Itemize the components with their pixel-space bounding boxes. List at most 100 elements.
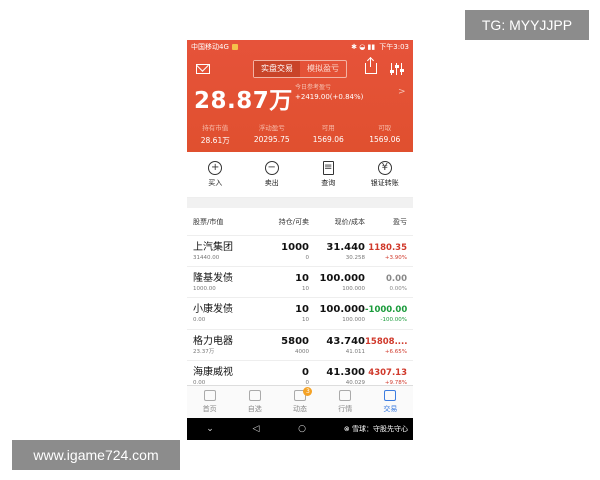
buy-label: 买入: [208, 179, 223, 187]
query-label: 查询: [321, 179, 336, 187]
tab-label: 首页: [202, 405, 217, 413]
sellable: 0: [305, 255, 310, 261]
tab-watchlist[interactable]: 自选: [232, 386, 277, 418]
stat-label: 浮动盈亏: [258, 124, 285, 132]
position: 5800: [281, 335, 309, 347]
plus-circle-icon: +: [208, 161, 223, 175]
position: 10: [295, 273, 309, 285]
home-icon: [203, 390, 216, 401]
stock-name: 格力电器: [193, 335, 233, 347]
profit-loss: 4307.13: [368, 367, 407, 378]
tab-trade[interactable]: 交易: [368, 386, 413, 418]
table-row[interactable]: 小康发债 0.00 10 10 100.000 100.000 -1000.00 -10…: [187, 298, 413, 330]
tab-sim-trade[interactable]: 模拟盈亏: [300, 61, 346, 77]
holdings-list: 上汽集团 31440.00 1000 0 31.440 30.258 1180.35 +…: [187, 236, 413, 392]
cost: 30.258: [345, 255, 365, 261]
sellable: 10: [302, 286, 309, 293]
notification-icon: [231, 44, 238, 50]
stock-name: 隆基发债: [193, 273, 233, 285]
profit-loss: 0.00: [386, 274, 407, 285]
stat-market-value: 持有市值 28.61万: [187, 122, 244, 150]
table-row[interactable]: 格力电器 23.37万 5800 4000 43.740 41.011 15808..…: [187, 330, 413, 361]
phone-screen: 中国移动4G ✱ ◒ ▮▮ 下午3:03 实盘交易 模拟盈亏 28.87万 今日…: [187, 40, 413, 440]
sell-label: 卖出: [264, 179, 279, 187]
top-bar: 实盘交易 模拟盈亏: [187, 58, 413, 80]
tab-real-trade[interactable]: 实盘交易: [254, 61, 300, 77]
col-stock[interactable]: 股票/市值: [193, 217, 257, 227]
stat-value: 1569.06: [369, 135, 401, 144]
account-header: 中国移动4G ✱ ◒ ▮▮ 下午3:03 实盘交易 模拟盈亏 28.87万 今日…: [187, 40, 413, 152]
holdings-header: 股票/市值 持仓/可卖 现价/成本 盈亏: [187, 208, 413, 236]
stat-label: 可用: [321, 124, 335, 132]
chevron-right-icon[interactable]: >: [398, 87, 406, 97]
stat-available: 可用 1569.06: [300, 122, 357, 150]
tab-label: 交易: [383, 405, 398, 413]
clock-label: 下午3:03: [379, 43, 409, 51]
profit-loss: 15808....: [365, 336, 408, 347]
col-position[interactable]: 持仓/可卖: [257, 217, 309, 227]
cost: 41.011: [345, 348, 365, 355]
screenshot-page: TG: MYYJJPP www.igame724.com 中国移动4G ✱ ◒ …: [0, 0, 600, 480]
back-icon[interactable]: ◁: [233, 424, 279, 434]
transfer-label: 银证转账: [370, 179, 399, 187]
stat-floating-pl: 浮动盈亏 20295.75: [244, 122, 301, 150]
stat-value: 28.61万: [200, 136, 230, 145]
col-pl[interactable]: 盈亏: [365, 217, 407, 227]
profit-loss-pct: -100.00%: [380, 317, 407, 324]
table-row[interactable]: 隆基发债 1000.00 10 10 100.000 100.000 0.00 0.00…: [187, 267, 413, 299]
bottom-tab-bar: 首页 自选 3 动态 行情 交易: [187, 385, 413, 418]
stat-label: 可取: [378, 124, 392, 132]
tab-home[interactable]: 首页: [187, 386, 232, 418]
cost: 100.000: [342, 286, 365, 293]
position: 1000: [281, 242, 309, 253]
price: 100.000: [319, 304, 365, 316]
tg-watermark: TG: MYYJJPP: [465, 10, 589, 40]
account-stats: 持有市值 28.61万 浮动盈亏 20295.75 可用 1569.06 可取 …: [187, 122, 413, 150]
query-button[interactable]: ≡ 查询: [300, 152, 357, 197]
quick-actions: + 买入 − 卖出 ≡ 查询 ¥ 银证转账: [187, 152, 413, 198]
tab-market[interactable]: 行情: [323, 386, 368, 418]
tab-label: 自选: [247, 405, 262, 413]
profit-loss: -1000.00: [365, 305, 408, 316]
cost: 100.000: [342, 317, 365, 324]
chevron-down-icon[interactable]: ⌄: [187, 424, 233, 434]
price: 41.300: [326, 366, 365, 378]
market-value: 1000.00: [193, 286, 216, 293]
price: 100.000: [319, 273, 365, 285]
stat-label: 持有市值: [202, 124, 229, 132]
stat-withdrawable: 可取 1569.06: [357, 122, 414, 150]
profit-loss: 1180.35: [368, 243, 407, 253]
col-price[interactable]: 现价/成本: [309, 217, 365, 227]
total-assets: 28.87万: [194, 88, 293, 114]
yen-transfer-icon: ¥: [377, 161, 392, 175]
section-divider: [187, 198, 413, 208]
settings-sliders-icon[interactable]: [390, 63, 404, 75]
home-circle-icon[interactable]: ○: [279, 424, 325, 434]
price: 31.440: [326, 242, 365, 253]
trade-arrows-icon: [384, 390, 397, 401]
site-watermark: www.igame724.com: [12, 440, 180, 470]
signal-icon: ✱ ◒ ▮▮: [351, 43, 376, 51]
xueqiu-caption: ⊗ 雪球：守股先守心: [343, 425, 408, 433]
sell-button[interactable]: − 卖出: [244, 152, 301, 197]
trade-mode-switch: 实盘交易 模拟盈亏: [253, 60, 347, 78]
stock-name: 小康发债: [193, 304, 233, 316]
sellable: 4000: [295, 348, 309, 355]
status-bar: 中国移动4G ✱ ◒ ▮▮ 下午3:03: [187, 40, 413, 54]
today-pl-label: 今日参考盈亏: [295, 84, 332, 91]
position: 0: [302, 366, 309, 378]
transfer-button[interactable]: ¥ 银证转账: [357, 152, 414, 197]
bar-chart-icon: [339, 390, 352, 401]
tab-feed[interactable]: 3 动态: [277, 386, 322, 418]
stat-value: 1569.06: [312, 135, 344, 144]
share-icon[interactable]: [365, 58, 377, 74]
tab-label: 行情: [338, 405, 353, 413]
profit-loss-pct: +6.65%: [384, 348, 407, 355]
buy-button[interactable]: + 买入: [187, 152, 244, 197]
document-icon: ≡: [322, 161, 334, 175]
sellable: 10: [302, 317, 309, 324]
carrier-label: 中国移动4G: [191, 43, 229, 51]
table-row[interactable]: 上汽集团 31440.00 1000 0 31.440 30.258 1180.35 +…: [187, 236, 413, 268]
market-value: 31440.00: [193, 255, 220, 261]
mail-icon[interactable]: [196, 64, 210, 74]
